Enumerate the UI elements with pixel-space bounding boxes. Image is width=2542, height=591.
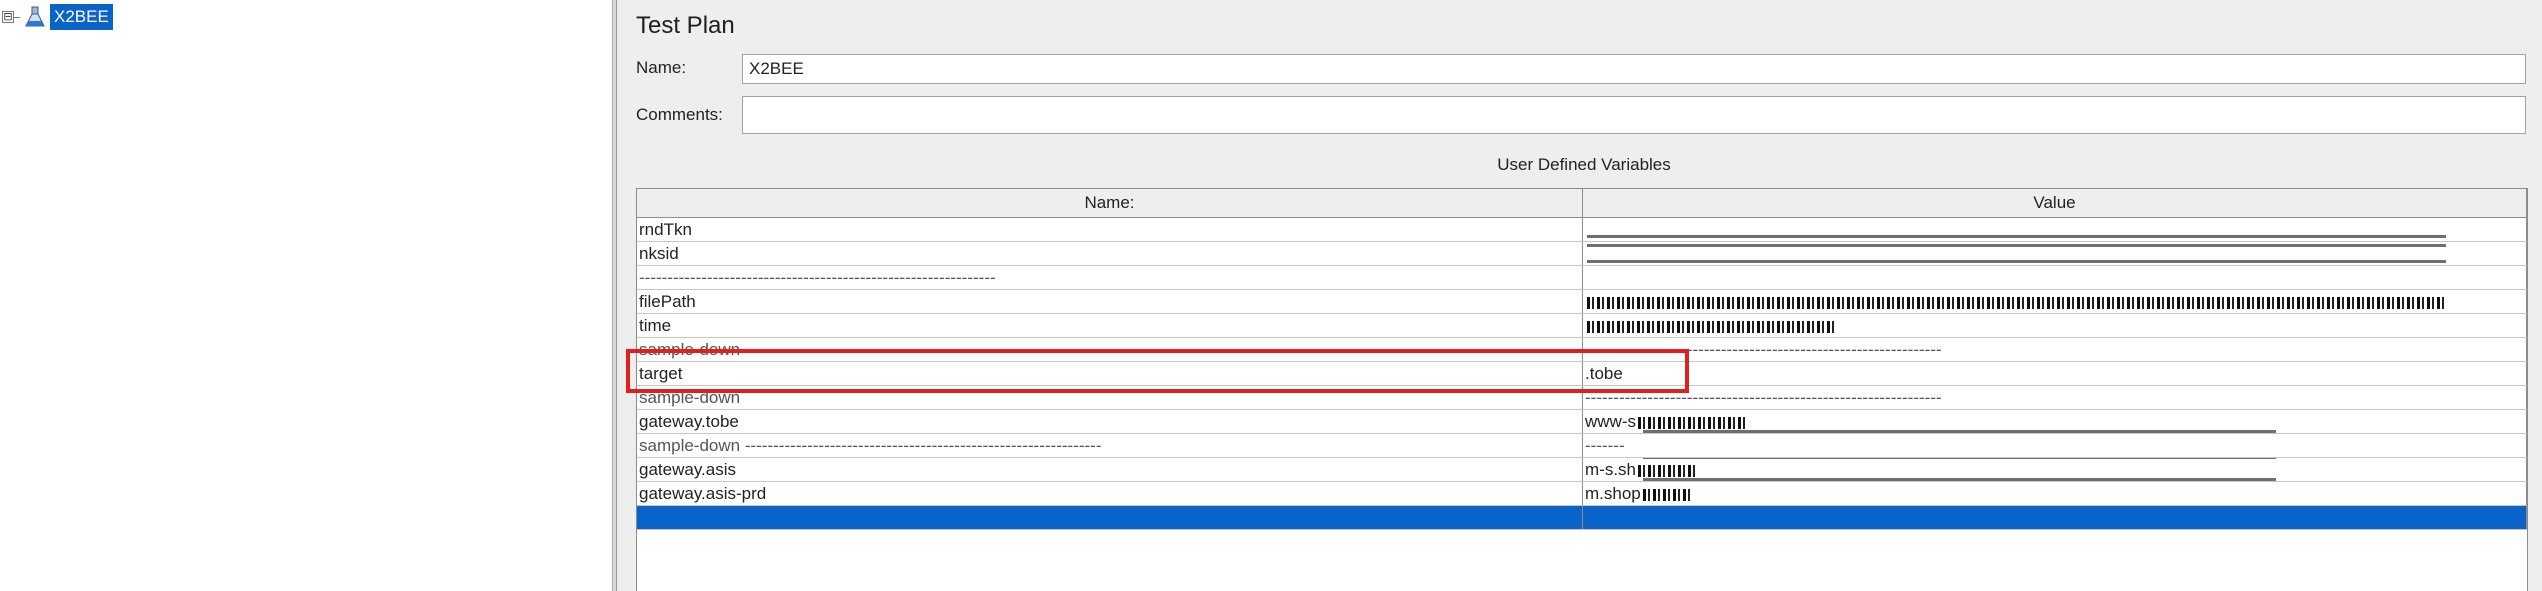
redacted-value [1587,296,2447,309]
variable-name-cell[interactable]: filePath [637,290,1583,313]
variable-value-cell[interactable]: ----------------------------------------… [1583,338,2527,361]
comments-field[interactable] [742,96,2526,134]
variable-value-cell[interactable] [1583,506,2527,529]
variable-name-cell[interactable]: gateway.asis-prd [637,482,1583,505]
table-row[interactable]: gateway.asis-prd m.shop [637,482,2527,506]
redacted-value [1643,478,2276,481]
table-row-selected[interactable] [637,506,2527,530]
tree-panel: ⊟ X2BEE [0,0,613,591]
redacted-value [1643,458,2276,459]
table-row[interactable]: filePath [637,290,2527,314]
variable-name-cell[interactable]: ----------------------------------------… [637,266,1583,289]
test-plan-flask-icon [24,6,46,28]
variable-name-cell[interactable]: sample-down ----------------------------… [637,434,1583,457]
variable-value-cell[interactable] [1583,290,2527,313]
redacted-value [1587,244,2446,247]
variable-name-cell[interactable] [637,506,1583,529]
redacted-value [1638,416,1748,429]
name-label: Name: [636,58,687,77]
tree-connector [14,16,20,18]
variable-value-cell[interactable]: .tobe [1583,362,2527,385]
table-row[interactable]: rndTkn [637,218,2527,242]
table-header: Name: Value [637,189,2527,218]
variable-value-cell[interactable] [1583,242,2527,265]
variables-table: Name: Value rndTkn nksid ---------------… [636,188,2528,591]
variable-name-cell[interactable]: gateway.tobe [637,410,1583,433]
table-row[interactable]: sample-down ----------------------------… [637,386,2527,410]
variable-value-cell[interactable]: m.shop [1583,482,2527,505]
collapse-icon[interactable]: ⊟ [2,11,14,23]
variable-value-cell[interactable] [1583,218,2527,241]
variable-name-cell[interactable]: target [637,362,1583,385]
variable-name-cell[interactable]: gateway.asis [637,458,1583,481]
table-row[interactable]: sample-down ----------------------------… [637,434,2527,458]
column-header-value[interactable]: Value [1583,189,2527,217]
redacted-value [1643,430,2276,433]
variable-value-cell[interactable] [1583,314,2527,337]
variable-name-cell[interactable]: nksid [637,242,1583,265]
table-row[interactable]: gateway.asis m-s.sh [637,458,2527,482]
variable-value-cell[interactable] [1583,266,2527,289]
tree-node-test-plan[interactable]: ⊟ X2BEE [2,4,113,30]
table-row[interactable]: ----------------------------------------… [637,266,2527,290]
table-row[interactable]: nksid [637,242,2527,266]
variable-value-cell[interactable]: m-s.sh [1583,458,2527,481]
variable-value-cell[interactable]: www-s [1583,410,2527,433]
column-header-name[interactable]: Name: [637,189,1583,217]
variable-name-cell[interactable]: time [637,314,1583,337]
redacted-value [1587,260,2446,263]
split-pane-divider[interactable] [613,0,617,591]
redacted-value [1638,464,1698,477]
tree-node-label[interactable]: X2BEE [50,4,113,30]
redacted-value [1587,320,1837,333]
variable-name-cell[interactable]: rndTkn [637,218,1583,241]
name-field[interactable]: X2BEE [742,54,2526,84]
user-defined-variables-title: User Defined Variables [1497,155,1671,174]
variable-value-cell[interactable]: ------- [1583,434,2527,457]
variable-name-cell[interactable]: sample-down [637,386,1583,409]
variable-name-cell[interactable]: sample-down [637,338,1583,361]
redacted-value [1642,488,1693,501]
table-row[interactable]: target .tobe [637,362,2527,386]
table-row[interactable]: time [637,314,2527,338]
comments-label: Comments: [636,105,723,124]
redacted-value [1587,235,2446,238]
page-title: Test Plan [636,12,735,39]
test-plan-panel: Test Plan Name: X2BEE Comments: User Def… [618,0,2542,591]
variable-value-cell[interactable]: ----------------------------------------… [1583,386,2527,409]
table-row[interactable]: gateway.tobe www-s [637,410,2527,434]
table-row[interactable]: sample-down ----------------------------… [637,338,2527,362]
